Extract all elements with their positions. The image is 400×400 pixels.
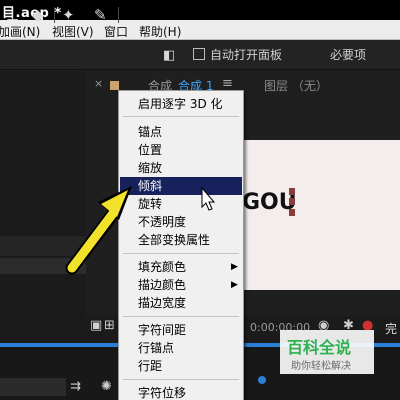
ctx-item-label: 填充颜色 — [138, 260, 187, 274]
grid-icon[interactable]: ⊞ — [104, 318, 115, 333]
ctx-item-label: 字符间距 — [138, 323, 187, 337]
ctx-item-label: 旋转 — [138, 197, 163, 211]
puppet-icon[interactable]: ✦ — [62, 6, 75, 24]
composition-viewer[interactable] — [242, 140, 400, 290]
resolution-label[interactable]: 完 — [385, 320, 397, 337]
ctx-line-spacing[interactable]: 行距 — [120, 357, 242, 375]
submenu-arrow-icon: ▶ — [231, 280, 238, 290]
ctx-item-label: 位置 — [138, 143, 163, 157]
ctx-char-offset[interactable]: 字符位移 — [120, 384, 242, 400]
stamp-icon[interactable]: ⊥ — [6, 6, 19, 24]
required-workspace-label[interactable]: 必要项 — [330, 46, 366, 63]
graph-icon[interactable]: ⇉ — [70, 379, 81, 394]
menu-window[interactable]: 窗口 — [104, 23, 128, 40]
ctx-item-label: 全部变换属性 — [138, 233, 211, 247]
layer-tab[interactable]: 图层 （无） — [264, 77, 328, 94]
ctx-line-anchor[interactable]: 行锚点 — [120, 339, 242, 357]
watermark-badge: 百科全说 助你轻松解决 — [280, 330, 374, 374]
ctx-item-label: 倾斜 — [138, 179, 163, 193]
menu-bar: 加画(N) 视图(V) 窗口 帮助(H) — [0, 20, 400, 40]
toolbar-divider — [118, 7, 119, 23]
sparkle-icon[interactable]: ✺ — [101, 379, 112, 394]
ctx-item-label: 描边颜色 — [138, 278, 187, 292]
pin-icon[interactable]: ✎ — [94, 6, 107, 24]
menu-separator — [123, 116, 239, 117]
ctx-item-label: 启用逐字 3D 化 — [138, 97, 223, 111]
composition-color-swatch — [110, 81, 119, 90]
ctx-item-label: 行锚点 — [138, 341, 175, 355]
ctx-all-transform[interactable]: 全部变换属性 — [120, 231, 242, 249]
toolbar-divider — [54, 7, 55, 23]
auto-open-label: 自动打开面板 — [210, 48, 283, 62]
submenu-arrow-icon: ▶ — [231, 262, 238, 272]
ctx-scale[interactable]: 缩放 — [120, 159, 242, 177]
text-selection-handle[interactable] — [289, 198, 295, 205]
ctx-tracking[interactable]: 字符间距 — [120, 321, 242, 339]
playhead[interactable] — [258, 376, 266, 384]
ctx-item-label: 缩放 — [138, 161, 163, 175]
ctx-stroke-width[interactable]: 描边宽度 — [120, 294, 242, 312]
ctx-item-label: 字符位移 — [138, 386, 187, 400]
text-selection-handle[interactable] — [289, 209, 295, 216]
menu-help[interactable]: 帮助(H) — [139, 23, 181, 40]
ctx-position[interactable]: 位置 — [120, 141, 242, 159]
timeline-search-field[interactable] — [0, 378, 66, 396]
auto-open-checkbox[interactable] — [193, 48, 205, 60]
eraser-icon[interactable]: ◆ — [32, 6, 44, 24]
ctx-anchor-point[interactable]: 锚点 — [120, 123, 242, 141]
title-bar: 目.aep * — [0, 0, 400, 21]
menu-separator — [123, 316, 239, 317]
ctx-item-label: 不透明度 — [138, 215, 187, 229]
menu-view[interactable]: 视图(V) — [52, 23, 94, 40]
text-selection-handle[interactable] — [289, 188, 295, 195]
menu-separator — [123, 379, 239, 380]
ctx-fill-color[interactable]: 填充颜色 — [120, 258, 242, 276]
ctx-skew[interactable]: 倾斜 — [120, 177, 242, 195]
watermark-title: 百科全说 — [287, 338, 352, 357]
ctx-rotation[interactable]: 旋转 — [120, 195, 242, 213]
ctx-item-label: 行距 — [138, 359, 163, 373]
menu-animation[interactable]: 加画(N) — [0, 23, 40, 40]
panel-toggle-icon[interactable]: ◧ — [163, 48, 175, 63]
ctx-stroke-color[interactable]: 描边颜色 — [120, 276, 242, 294]
watermark-subtitle: 助你轻松解决 — [291, 361, 351, 372]
ctx-enable-per-char-3d[interactable]: 启用逐字 3D 化 — [120, 95, 242, 113]
menu-separator — [123, 253, 239, 254]
context-menu: 启用逐字 3D 化 锚点 位置 缩放 倾斜 旋转 不透明度 全部变换属性 填充颜… — [118, 90, 244, 400]
region-icon[interactable]: ▣ — [90, 318, 102, 333]
ctx-item-label: 描边宽度 — [138, 296, 187, 310]
close-icon[interactable]: × — [94, 77, 103, 90]
ctx-opacity[interactable]: 不透明度 — [120, 213, 242, 231]
panel-menu-icon[interactable]: ≡ — [222, 76, 233, 91]
ctx-item-label: 锚点 — [138, 125, 163, 139]
